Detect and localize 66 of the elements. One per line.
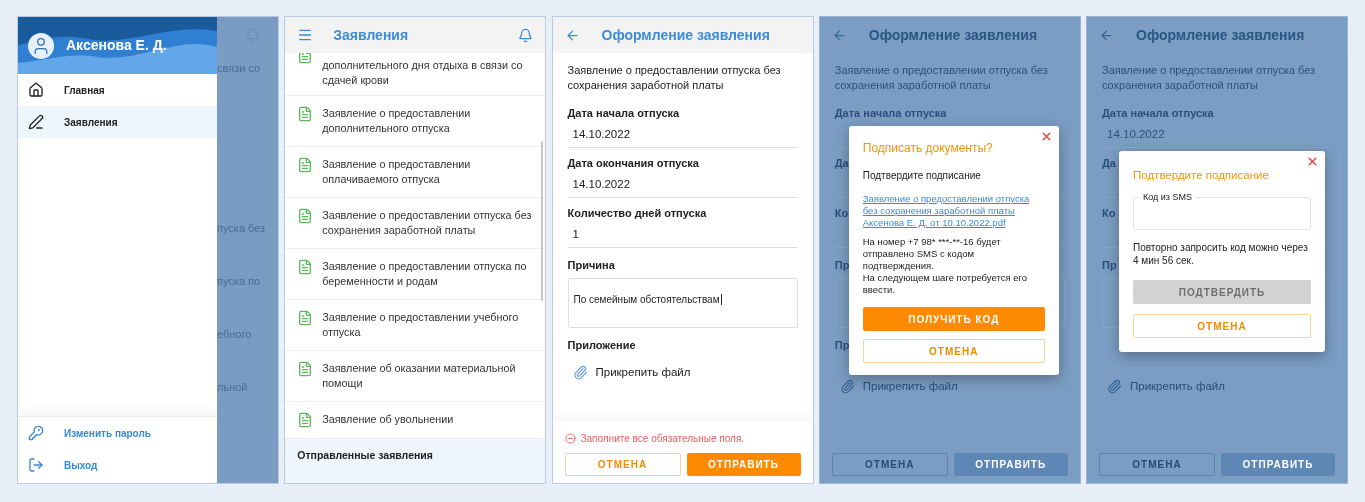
user-name: Аксенова Е. Д. xyxy=(66,36,167,55)
pen-icon xyxy=(28,114,44,130)
resend-note: Повторно запросить код можно через 4 мин 56 сек. xyxy=(1133,241,1309,268)
document-icon xyxy=(297,53,314,64)
paperclip-icon xyxy=(839,379,855,395)
error-message: Заполните все обязательные поля. xyxy=(580,432,745,446)
field-label: Ко xyxy=(834,206,849,220)
field-label: Дата начала отпуска xyxy=(567,106,680,120)
text-field[interactable]: 14.10.2022 xyxy=(567,172,798,198)
paperclip-icon xyxy=(1107,379,1122,395)
field-label: Причина xyxy=(567,258,615,272)
close-icon[interactable] xyxy=(1039,130,1053,143)
field-label: Пр xyxy=(834,258,850,272)
dialog-title: Подписать документы? xyxy=(862,140,994,157)
paperclip-icon xyxy=(572,365,588,381)
document-icon xyxy=(297,310,314,326)
text-field[interactable]: 14.10.2022 xyxy=(567,122,798,148)
dialog-subtitle: Подтвердите подписание xyxy=(862,169,982,183)
text-field[interactable]: 1 xyxy=(567,222,798,248)
document-icon xyxy=(297,106,314,122)
application-description: Заявление о предоставлении отпуска без сохранения заработной платы xyxy=(834,63,1049,92)
field-label: Да xyxy=(834,156,849,170)
bell-icon[interactable] xyxy=(518,27,534,43)
document-icon xyxy=(297,412,314,428)
field-label: Количество дней отпуска xyxy=(567,206,707,220)
home-icon xyxy=(28,82,44,98)
document-icon xyxy=(297,208,314,224)
menu-icon[interactable] xyxy=(297,27,314,43)
application-list-item[interactable]: Заявление о предоставлении учебного отпуска xyxy=(285,300,546,351)
document-icon xyxy=(297,259,314,275)
dialog-title: Подтвердите подписание xyxy=(1133,168,1270,183)
field-label: Пр xyxy=(1102,258,1117,272)
field-label: Дата начала отпуска xyxy=(1102,106,1214,120)
application-description: Заявление о предоставлении отпуска без сохранения заработной платы xyxy=(1102,63,1317,92)
application-list-item[interactable]: дополнительного дня отдыха в связи со сдачей крови xyxy=(285,53,546,96)
drawer-footer-item[interactable]: Изменить пароль xyxy=(18,417,217,449)
primary-button[interactable]: ОТПРАВИТЬ xyxy=(953,453,1068,476)
document-link[interactable]: Заявление о предоставлении отпуска без сохранения заработной платы Аксенова Е. Д. от 10.10.2022.pdf xyxy=(862,193,1045,229)
screen-title: Оформление заявления xyxy=(1136,25,1305,45)
screen-title: Заявления xyxy=(333,25,410,45)
application-description: Заявление о предоставлении отпуска без сохранения заработной платы xyxy=(567,63,782,92)
drawer-menu-item[interactable]: Главная xyxy=(18,74,217,106)
application-list-item[interactable]: Заявление об оказании материальной помощи xyxy=(285,351,546,402)
field-label: Ко xyxy=(1102,206,1116,220)
field-label: Дата начала отпуска xyxy=(834,106,947,120)
dialog-text: На следующем шаге потребуется его ввести. xyxy=(862,272,1029,296)
key-icon xyxy=(28,425,44,441)
field-label: Пр xyxy=(834,338,850,352)
screen-title: Оформление заявления xyxy=(868,25,1038,45)
primary-button[interactable]: ОТПРАВИТЬ xyxy=(1221,453,1335,476)
document-icon xyxy=(297,157,314,173)
reason-textarea[interactable]: По семейным обстоятельствам xyxy=(567,278,798,328)
drawer-footer-item[interactable]: Выход xyxy=(18,449,217,481)
field-label: Приложение xyxy=(567,338,636,352)
section-title: Отправленные заявления xyxy=(297,449,434,462)
error-icon xyxy=(564,433,576,444)
screen-title: Оформление заявления xyxy=(601,25,770,45)
drawer-menu-item[interactable]: Заявления xyxy=(18,106,217,138)
document-icon xyxy=(297,361,314,377)
close-icon[interactable] xyxy=(1306,155,1319,168)
attach-file-link[interactable]: Прикрепить файл xyxy=(567,364,691,382)
application-list-item[interactable]: Заявление о предоставлении дополнительного отпуска xyxy=(285,96,546,147)
field-label: Дата окончания отпуска xyxy=(567,156,699,170)
logout-icon xyxy=(28,457,44,473)
field-label: Да xyxy=(1102,156,1116,170)
dialog-text: На номер +7 98* ***-**-16 будет отправлено SMS с кодом подтверждения. xyxy=(862,236,1002,272)
